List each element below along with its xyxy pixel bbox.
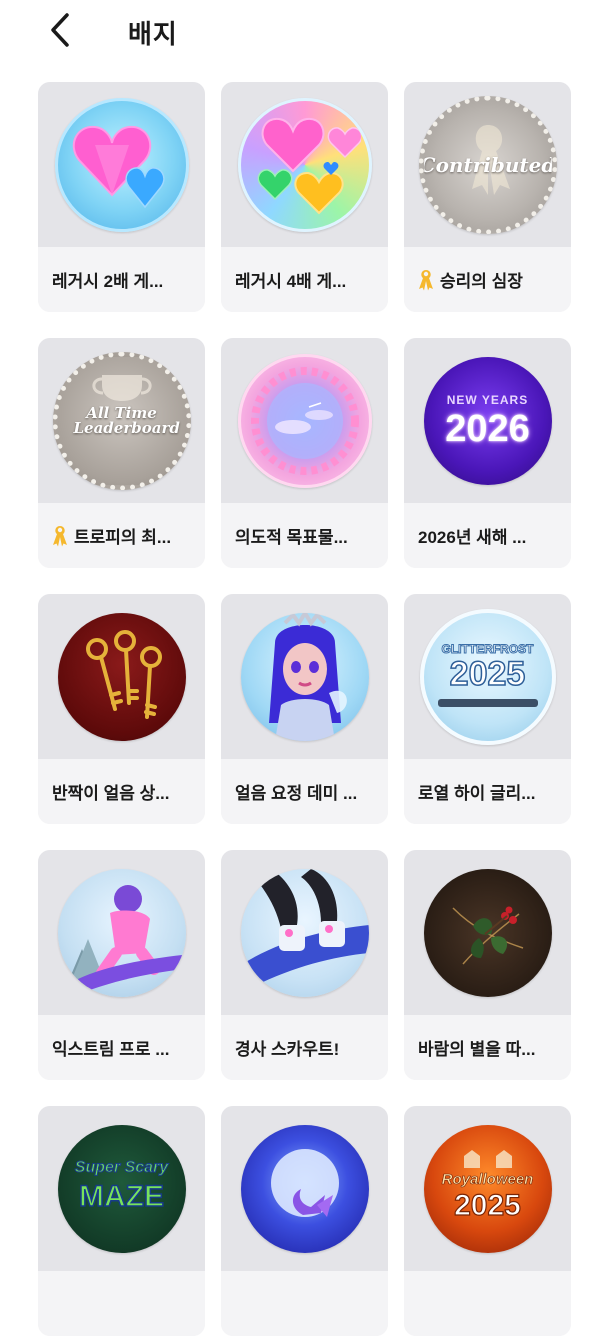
badge-label-row: 얼음 요정 데미 ... [221,759,388,824]
badge-thumbnail [221,1106,388,1271]
badge-card[interactable]: 익스트림 프로 ... [38,850,205,1080]
badge-label-row: 2026년 새해 ... [404,503,571,568]
badge-thumbnail [38,594,205,759]
badge-name: 반짝이 얼음 상... [52,784,170,803]
golden-keys-icon [57,612,186,741]
badge-card[interactable]: All Time Leaderboard 트로피의 최... [38,338,205,568]
badge-thumbnail [221,82,388,247]
badge-image-text-top: Super Scary [74,1158,169,1176]
badge-thumbnail [38,82,205,247]
badge-label-row: 트로피의 최... [38,503,205,568]
ice-fairy-avatar-icon [240,612,369,741]
badge-thumbnail: NEW YEARS 2026 [404,338,571,503]
app-header: 배지 [0,0,614,64]
badge-image-text-top: NEW YEARS [446,392,529,407]
badge-thumbnail [221,338,388,503]
badge-card[interactable] [221,1106,388,1336]
badge-image-text: Contributed [419,152,556,177]
badge-image-text-top: Royalloween [441,1171,534,1188]
badge-image-text: MAZE [78,1179,165,1213]
badge-card[interactable]: Contributed 승리의 심장 [404,82,571,312]
badge-name: 얼음 요정 데미 ... [235,784,358,803]
badge-label-row: 승리의 심장 [404,247,571,312]
badge-thumbnail: GLITTERFROST 2025 [404,594,571,759]
back-button[interactable] [38,8,82,52]
badge-image-text: 2025 [454,1189,522,1222]
badge-card[interactable]: 바람의 별을 따... [404,850,571,1080]
badge-label-row: 레거시 2배 게... [38,247,205,312]
holly-sprig-icon [423,868,552,997]
page-title: 배지 [128,19,178,49]
badge-label-row: 경사 스카우트! [221,1015,388,1080]
badge-label-row: 로열 하이 글리... [404,759,571,824]
badge-name: 익스트림 프로 ... [52,1040,170,1059]
badge-label-row [221,1271,388,1336]
badge-thumbnail: Royalloween 2025 [404,1106,571,1271]
badge-image-text: 2026 [445,407,530,450]
badge-card[interactable]: Super Scary MAZE [38,1106,205,1336]
badge-card[interactable]: 의도적 목표물... [221,338,388,568]
badge-thumbnail [38,850,205,1015]
badge-thumbnail [221,594,388,759]
badge-label-row: 레거시 4배 게... [221,247,388,312]
badge-thumbnail: All Time Leaderboard [38,338,205,503]
badge-label-row: 반짝이 얼음 상... [38,759,205,824]
new-years-2026-icon: NEW YEARS 2026 [423,356,552,485]
badge-label-row [38,1271,205,1336]
badge-label-row: 의도적 목표물... [221,503,388,568]
mermaid-moon-icon [240,1124,369,1253]
badge-name: 레거시 2배 게... [52,272,164,291]
badge-name: 의도적 목표물... [235,528,348,547]
badge-card[interactable]: 반짝이 얼음 상... [38,594,205,824]
contributed-ribbon-icon: Contributed [418,95,557,234]
badge-name: 트로피의 최... [74,528,172,547]
badge-name: 승리의 심장 [440,272,523,291]
royalloween-2025-icon: Royalloween 2025 [423,1124,552,1253]
badge-thumbnail: Contributed [404,82,571,247]
badge-grid: 레거시 2배 게... 레거시 4배 게... Contributed 승리의 … [38,82,571,1336]
badge-thumbnail: Super Scary MAZE [38,1106,205,1271]
super-scary-maze-icon: Super Scary MAZE [57,1124,186,1253]
badge-image-text: 2025 [449,654,526,693]
award-ribbon-icon [418,269,434,291]
badge-label-row [404,1271,571,1336]
badge-card[interactable]: Royalloween 2025 [404,1106,571,1336]
badge-image-text: All Time Leaderboard [73,403,180,437]
badge-card[interactable]: 레거시 2배 게... [38,82,205,312]
badge-image-text-top: GLITTERFROST [441,641,534,656]
badge-card[interactable]: 경사 스카우트! [221,850,388,1080]
badge-card[interactable]: GLITTERFROST 2025 로열 하이 글리... [404,594,571,824]
pink-sky-wreath-icon [237,353,372,488]
badge-label-row: 익스트림 프로 ... [38,1015,205,1080]
leaderboard-trophy-icon: All Time Leaderboard [52,351,191,490]
snowboarder-icon [57,868,186,997]
badge-card[interactable]: 레거시 4배 게... [221,82,388,312]
heart-gems-icon [54,97,189,232]
badge-name: 레거시 4배 게... [235,272,347,291]
badge-card[interactable]: 얼음 요정 데미 ... [221,594,388,824]
badge-label-row: 바람의 별을 따... [404,1015,571,1080]
rainbow-hearts-icon [237,97,372,232]
badge-name: 바람의 별을 따... [418,1040,536,1059]
badge-name: 경사 스카우트! [235,1040,340,1059]
badge-thumbnail [221,850,388,1015]
badge-name: 2026년 새해 ... [418,528,527,547]
chevron-left-icon [51,13,69,47]
snowboard-boots-icon [240,868,369,997]
badge-card[interactable]: NEW YEARS 2026 2026년 새해 ... [404,338,571,568]
badge-name: 로열 하이 글리... [418,784,536,803]
badge-thumbnail [404,850,571,1015]
glitterfrost-2025-icon: GLITTERFROST 2025 [419,608,556,745]
award-ribbon-icon [52,525,68,547]
